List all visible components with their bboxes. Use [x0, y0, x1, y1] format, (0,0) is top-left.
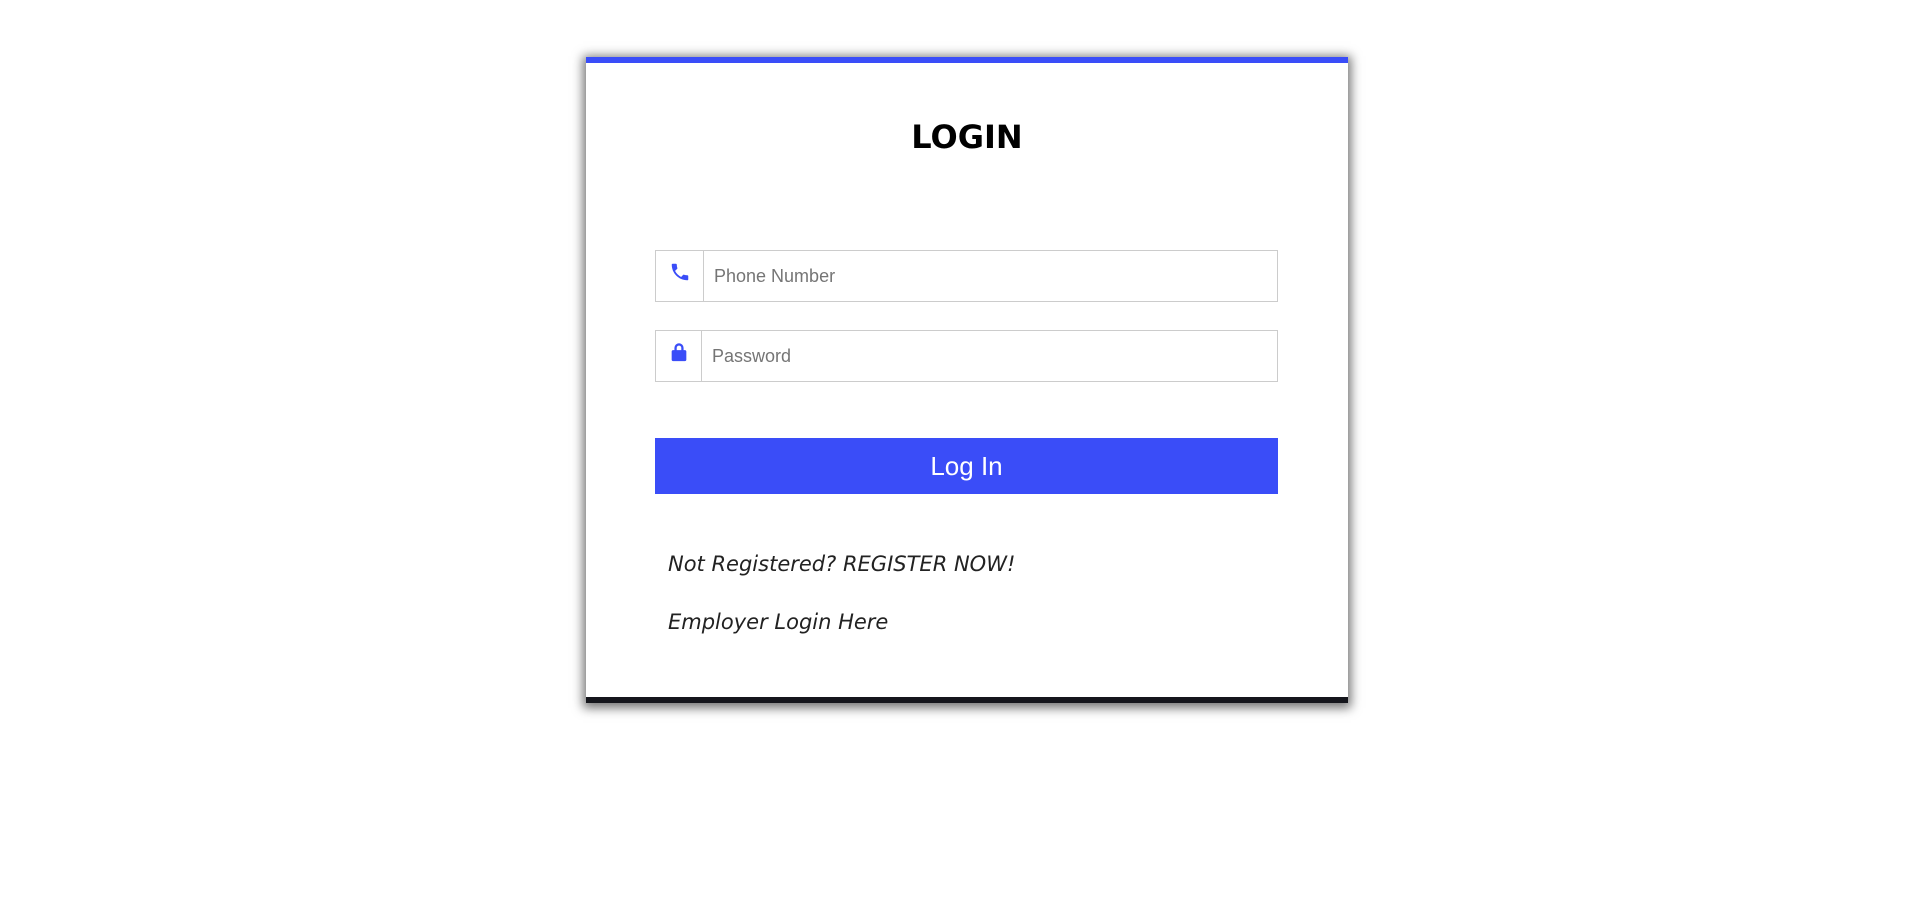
- login-button[interactable]: Log In: [655, 438, 1278, 494]
- phone-icon: [656, 251, 704, 301]
- lock-icon: [656, 331, 702, 381]
- register-link[interactable]: Not Registered? REGISTER NOW!: [668, 552, 1015, 576]
- employer-login-link[interactable]: Employer Login Here: [668, 610, 888, 634]
- password-input[interactable]: [702, 331, 1277, 381]
- phone-field-group: [655, 250, 1278, 302]
- password-field-group: [655, 330, 1278, 382]
- login-card: LOGIN Log In Not Registered? REGISTER NO…: [586, 57, 1348, 703]
- page-title: LOGIN: [911, 118, 1023, 156]
- phone-number-input[interactable]: [704, 251, 1277, 301]
